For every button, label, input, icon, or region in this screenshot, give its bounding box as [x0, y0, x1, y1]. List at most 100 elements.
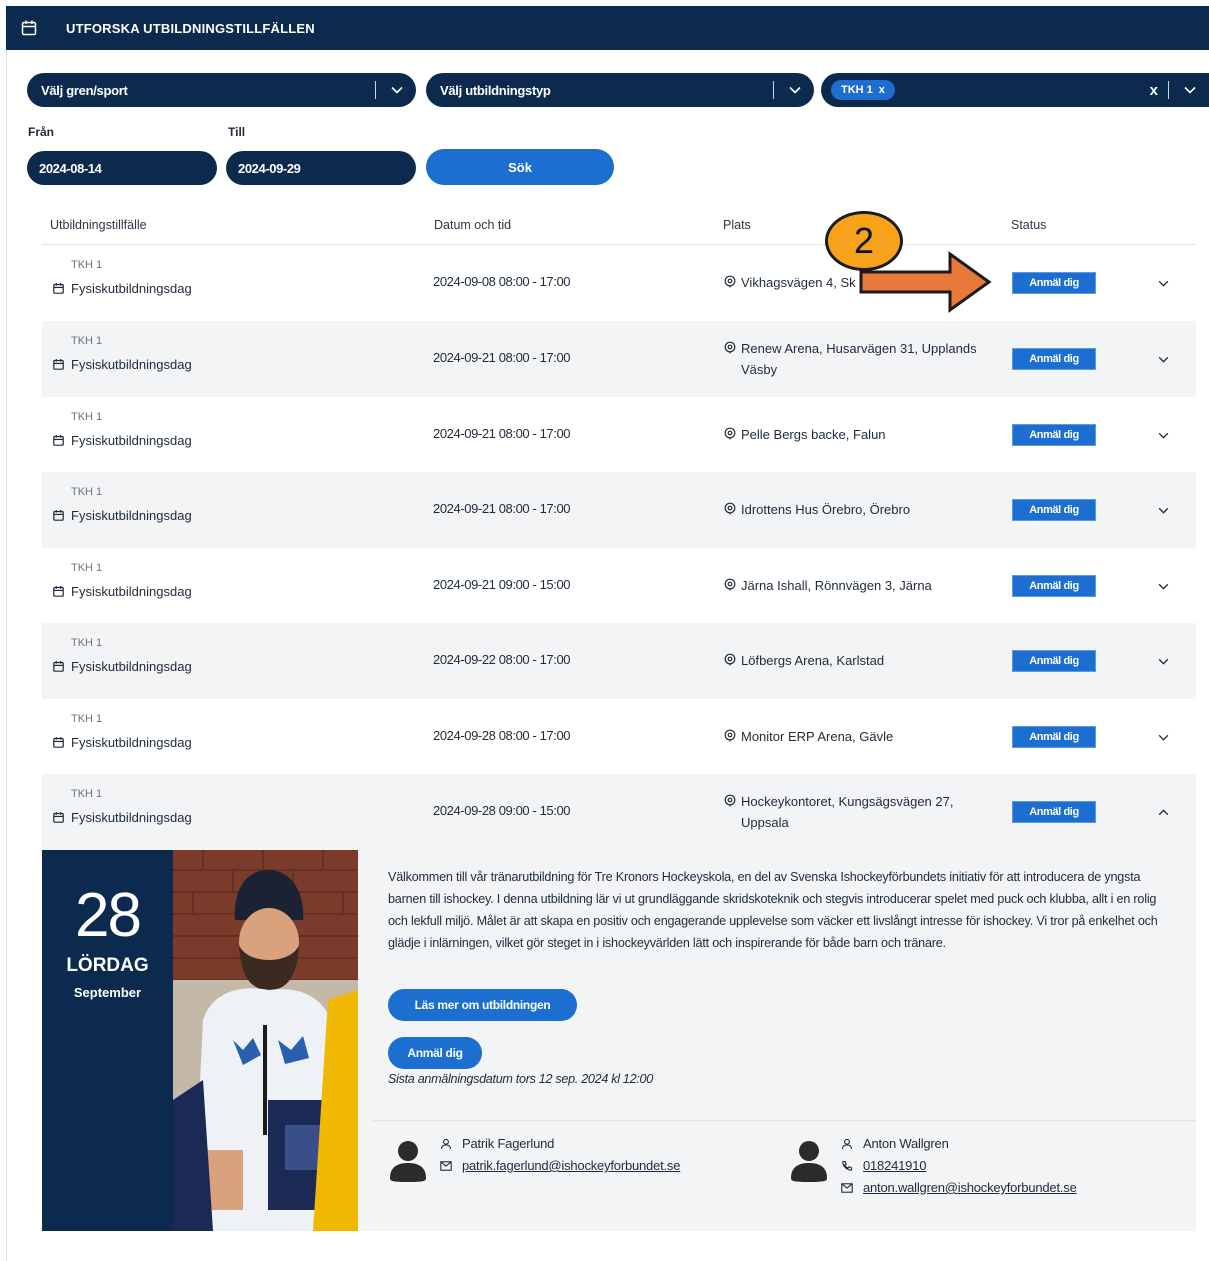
course-select[interactable]: TKH 1 x x	[821, 73, 1209, 107]
read-more-button[interactable]: Läs mer om utbildningen	[388, 989, 577, 1021]
location-pin-icon	[724, 502, 736, 515]
course-code: TKH 1	[71, 562, 103, 574]
location-pin-icon	[724, 729, 736, 742]
course-name-text: Fysiskutbildningsdag	[71, 659, 192, 674]
contact-email-link[interactable]: patrik.fagerlund@ishockeyforbundet.se	[462, 1158, 680, 1173]
course-code: TKH 1	[71, 637, 103, 649]
course-datetime: 2024-09-21 08:00 - 17:00	[433, 350, 571, 365]
chevron-down-icon[interactable]	[1154, 274, 1172, 292]
mail-icon	[440, 1160, 452, 1171]
section-header: UTFORSKA UTBILDNINGSTILLFÄLLEN	[6, 6, 1209, 50]
clear-icon[interactable]: x	[1150, 82, 1158, 99]
signup-button[interactable]: Anmäl dig	[1012, 499, 1096, 521]
contact-name: Anton Wallgren	[841, 1136, 949, 1151]
column-header-datetime: Datum och tid	[434, 218, 512, 232]
signup-button[interactable]: Anmäl dig	[1012, 575, 1096, 597]
calendar-icon	[53, 586, 64, 597]
table-row[interactable]: TKH 1 Fysiskutbildningsdag 2024-09-21 09…	[42, 548, 1196, 624]
education-type-select[interactable]: Välj utbildningstyp	[426, 73, 814, 107]
search-button[interactable]: Sök	[426, 149, 614, 185]
course-datetime: 2024-09-21 08:00 - 17:00	[433, 501, 571, 516]
table-row[interactable]: TKH 1 Fysiskutbildningsdag 2024-09-21 08…	[42, 397, 1196, 473]
table-row[interactable]: TKH 1 Fysiskutbildningsdag 2024-09-28 08…	[42, 699, 1196, 775]
signup-button[interactable]: Anmäl dig	[1012, 801, 1096, 823]
course-place-text: Monitor ERP Arena, Gävle	[741, 729, 894, 744]
calendar-icon	[53, 661, 64, 672]
contact-email: patrik.fagerlund@ishockeyforbundet.se	[440, 1158, 680, 1173]
course-name-text: Fysiskutbildningsdag	[71, 433, 192, 448]
section-title: UTFORSKA UTBILDNINGSTILLFÄLLEN	[66, 20, 315, 36]
to-label: Till	[228, 125, 246, 139]
date-weekday: LÖRDAG	[66, 955, 149, 976]
location-pin-icon	[724, 427, 736, 440]
chevron-up-icon[interactable]	[1154, 803, 1172, 821]
course-datetime: 2024-09-21 08:00 - 17:00	[433, 426, 571, 441]
course-description: Välkommen till vår tränarutbildning för …	[388, 870, 1158, 950]
signup-button[interactable]: Anmäl dig	[1012, 272, 1096, 294]
table-row[interactable]: TKH 1 Fysiskutbildningsdag 2024-09-21 08…	[42, 321, 1196, 397]
table-row[interactable]: TKH 1 Fysiskutbildningsdag 2024-09-28 09…	[42, 774, 1196, 850]
chevron-down-icon[interactable]	[1154, 652, 1172, 670]
course-name-text: Fysiskutbildningsdag	[71, 735, 192, 750]
calendar-icon	[53, 510, 64, 521]
course-place-text: Järna Ishall, Rönnvägen 3, Järna	[741, 578, 932, 593]
table-row[interactable]: TKH 1 Fysiskutbildningsdag 2024-09-08 08…	[42, 245, 1196, 321]
contact-email-link[interactable]: anton.wallgren@ishockeyforbundet.se	[863, 1180, 1077, 1195]
contact-phone: 018241910	[841, 1158, 926, 1173]
tag-label: TKH 1	[841, 84, 873, 96]
registration-deadline: Sista anmälningsdatum tors 12 sep. 2024 …	[388, 1072, 653, 1086]
course-name-text: Fysiskutbildningsdag	[71, 584, 192, 599]
date-day: 28	[75, 881, 142, 950]
chevron-down-icon[interactable]	[1154, 350, 1172, 368]
calendar-icon	[53, 812, 64, 823]
course-name: Fysiskutbildningsdag	[52, 810, 192, 825]
course-place: Renew Arena, Husarvägen 31, Upplands Väs…	[723, 338, 1003, 380]
date-card: 28 LÖRDAG September	[42, 850, 173, 1231]
chevron-down-icon[interactable]	[1154, 501, 1172, 519]
signup-button[interactable]: Anmäl dig	[1012, 348, 1096, 370]
chevron-down-icon[interactable]	[1154, 577, 1172, 595]
mail-icon	[841, 1182, 853, 1193]
calendar-icon	[53, 283, 64, 294]
course-place: Järna Ishall, Rönnvägen 3, Järna	[723, 575, 1003, 596]
course-code: TKH 1	[71, 486, 103, 498]
calendar-icon	[21, 20, 37, 36]
education-type-placeholder: Välj utbildningstyp	[440, 82, 551, 98]
contact-name: Patrik Fagerlund	[440, 1136, 554, 1151]
course-photo	[173, 850, 358, 1231]
register-button[interactable]: Anmäl dig	[388, 1037, 482, 1069]
course-name: Fysiskutbildningsdag	[52, 433, 192, 448]
from-date-input[interactable]: 2024-08-14	[27, 151, 217, 185]
signup-button[interactable]: Anmäl dig	[1012, 726, 1096, 748]
sport-select-placeholder: Välj gren/sport	[41, 82, 128, 98]
course-place: Löfbergs Arena, Karlstad	[723, 650, 1003, 671]
course-name: Fysiskutbildningsdag	[52, 659, 192, 674]
to-date-input[interactable]: 2024-09-29	[226, 151, 416, 185]
course-code: TKH 1	[71, 713, 103, 725]
course-place-text: Renew Arena, Husarvägen 31, Upplands Väs…	[741, 341, 977, 377]
table-row[interactable]: TKH 1 Fysiskutbildningsdag 2024-09-22 08…	[42, 623, 1196, 699]
chevron-down-icon[interactable]	[1154, 426, 1172, 444]
course-code: TKH 1	[71, 411, 103, 423]
signup-button[interactable]: Anmäl dig	[1012, 424, 1096, 446]
course-datetime: 2024-09-28 09:00 - 15:00	[433, 803, 571, 818]
chevron-down-icon[interactable]	[1154, 728, 1172, 746]
chevron-down-icon[interactable]	[784, 79, 806, 101]
chevron-down-icon[interactable]	[386, 79, 408, 101]
location-pin-icon	[724, 578, 736, 591]
chevron-down-icon[interactable]	[1179, 79, 1201, 101]
signup-button[interactable]: Anmäl dig	[1012, 650, 1096, 672]
course-name: Fysiskutbildningsdag	[52, 584, 192, 599]
table-row[interactable]: TKH 1 Fysiskutbildningsdag 2024-09-21 08…	[42, 472, 1196, 548]
course-place-text: Löfbergs Arena, Karlstad	[741, 653, 885, 668]
location-pin-icon	[724, 341, 736, 354]
selected-course-tag[interactable]: TKH 1 x	[831, 80, 895, 100]
tag-remove-icon[interactable]: x	[879, 84, 885, 96]
contact-email: anton.wallgren@ishockeyforbundet.se	[841, 1180, 1077, 1195]
sport-select[interactable]: Välj gren/sport	[27, 73, 416, 107]
course-place-text: Pelle Bergs backe, Falun	[741, 427, 886, 442]
avatar-icon	[390, 1141, 426, 1182]
course-details-panel: 28 LÖRDAG September Välkommen till vår t…	[42, 850, 1196, 1231]
location-pin-icon	[724, 794, 736, 807]
contact-phone-link[interactable]: 018241910	[863, 1158, 926, 1173]
